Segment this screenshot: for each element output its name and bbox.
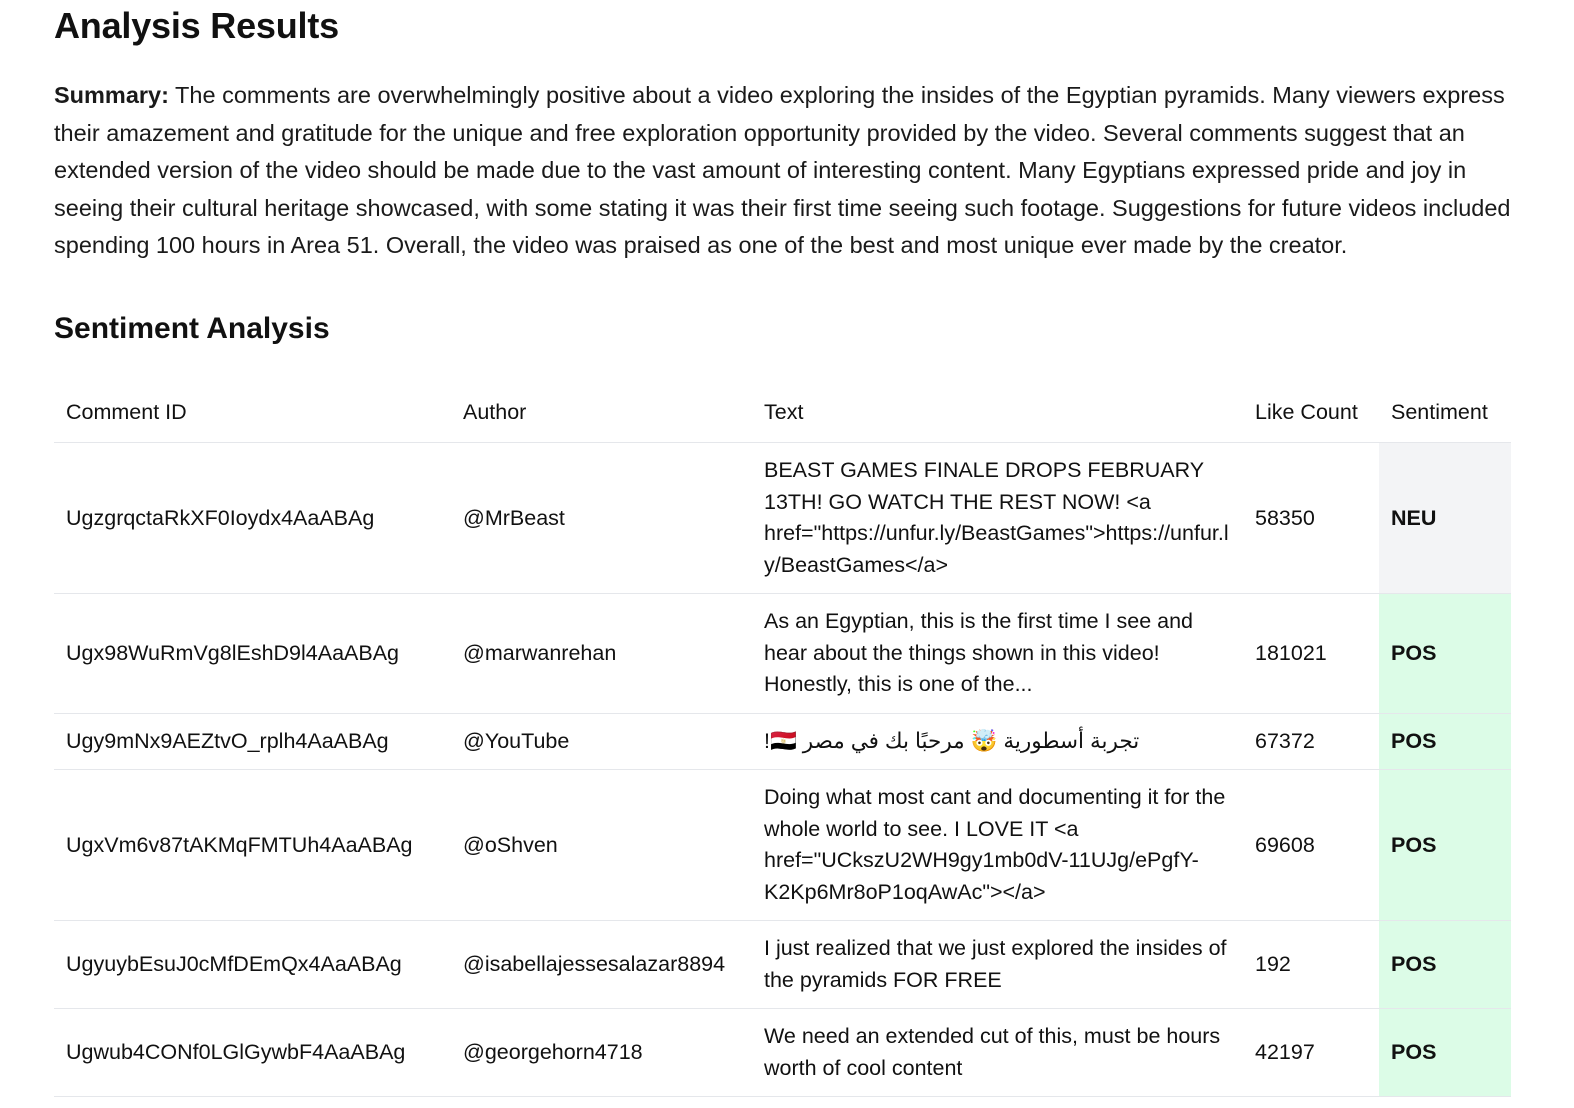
table-row: Ugy9mNx9AEZtvO_rplh4AaABAg @YouTube تجرب… [54, 713, 1511, 771]
author-cell: @marwanrehan [451, 593, 752, 714]
author-cell: @isabellajessesalazar8894 [451, 920, 752, 1010]
like-count-cell: 67372 [1243, 713, 1379, 771]
table-row: Ugx98WuRmVg8lEshD9l4AaABAg @marwanrehan … [54, 593, 1511, 714]
summary-text: The comments are overwhelmingly positive… [54, 82, 1511, 259]
sentiment-cell: NEU [1379, 442, 1511, 595]
author-cell: @MrBeast [451, 442, 752, 595]
table-header-row: Comment ID Author Text Like Count Sentim… [54, 386, 1511, 444]
summary-paragraph: Summary: The comments are overwhelmingly… [54, 77, 1511, 265]
analysis-page: Analysis Results Summary: The comments a… [0, 0, 1574, 1108]
table-row: UgzgrqctaRkXF0Ioydx4AaABAg @MrBeast BEAS… [54, 442, 1511, 595]
like-count-cell: 69608 [1243, 769, 1379, 922]
like-count-cell: 192 [1243, 920, 1379, 1010]
page-title: Analysis Results [54, 5, 339, 46]
sentiment-table: Comment ID Author Text Like Count Sentim… [54, 386, 1511, 1098]
column-header-comment-id: Comment ID [54, 386, 451, 444]
comment-id-cell: UgzgrqctaRkXF0Ioydx4AaABAg [54, 442, 451, 595]
author-cell: @oShven [451, 769, 752, 922]
arabic-comment-text: تجربة أسطورية 🤯 مرحبًا بك في مصر 🇪🇬! [764, 728, 1140, 753]
comment-id-cell: Ugx98WuRmVg8lEshD9l4AaABAg [54, 593, 451, 714]
author-cell: @YouTube [451, 713, 752, 771]
sentiment-cell: POS [1379, 593, 1511, 714]
sentiment-section-title: Sentiment Analysis [54, 311, 330, 345]
author-cell: @georgehorn4718 [451, 1008, 752, 1098]
text-cell: I just realized that we just explored th… [752, 920, 1243, 1010]
column-header-author: Author [451, 386, 752, 444]
comment-id-cell: UgyuybEsuJ0cMfDEmQx4AaABAg [54, 920, 451, 1010]
table-body: UgzgrqctaRkXF0Ioydx4AaABAg @MrBeast BEAS… [54, 442, 1511, 1098]
text-cell: BEAST GAMES FINALE DROPS FEBRUARY 13TH! … [752, 442, 1243, 595]
sentiment-cell: POS [1379, 769, 1511, 922]
text-cell: تجربة أسطورية 🤯 مرحبًا بك في مصر 🇪🇬! [752, 713, 1243, 771]
sentiment-cell: POS [1379, 920, 1511, 1010]
column-header-like-count: Like Count [1243, 386, 1379, 444]
comment-id-cell: Ugwub4CONf0LGlGywbF4AaABAg [54, 1008, 451, 1098]
like-count-cell: 58350 [1243, 442, 1379, 595]
table-header: Comment ID Author Text Like Count Sentim… [54, 386, 1511, 444]
table-row: UgxVm6v87tAKMqFMTUh4AaABAg @oShven Doing… [54, 769, 1511, 922]
text-cell: Doing what most cant and documenting it … [752, 769, 1243, 922]
text-cell: As an Egyptian, this is the first time I… [752, 593, 1243, 714]
comment-id-cell: Ugy9mNx9AEZtvO_rplh4AaABAg [54, 713, 451, 771]
column-header-text: Text [752, 386, 1243, 444]
like-count-cell: 181021 [1243, 593, 1379, 714]
column-header-sentiment: Sentiment [1379, 386, 1511, 444]
text-cell: We need an extended cut of this, must be… [752, 1008, 1243, 1098]
like-count-cell: 42197 [1243, 1008, 1379, 1098]
summary-label: Summary: [54, 82, 169, 108]
sentiment-cell: POS [1379, 713, 1511, 771]
table-row: Ugwub4CONf0LGlGywbF4AaABAg @georgehorn47… [54, 1008, 1511, 1098]
sentiment-cell: POS [1379, 1008, 1511, 1098]
main-content: Analysis Results Summary: The comments a… [54, 0, 1511, 1098]
table-row: UgyuybEsuJ0cMfDEmQx4AaABAg @isabellajess… [54, 920, 1511, 1010]
comment-id-cell: UgxVm6v87tAKMqFMTUh4AaABAg [54, 769, 451, 922]
